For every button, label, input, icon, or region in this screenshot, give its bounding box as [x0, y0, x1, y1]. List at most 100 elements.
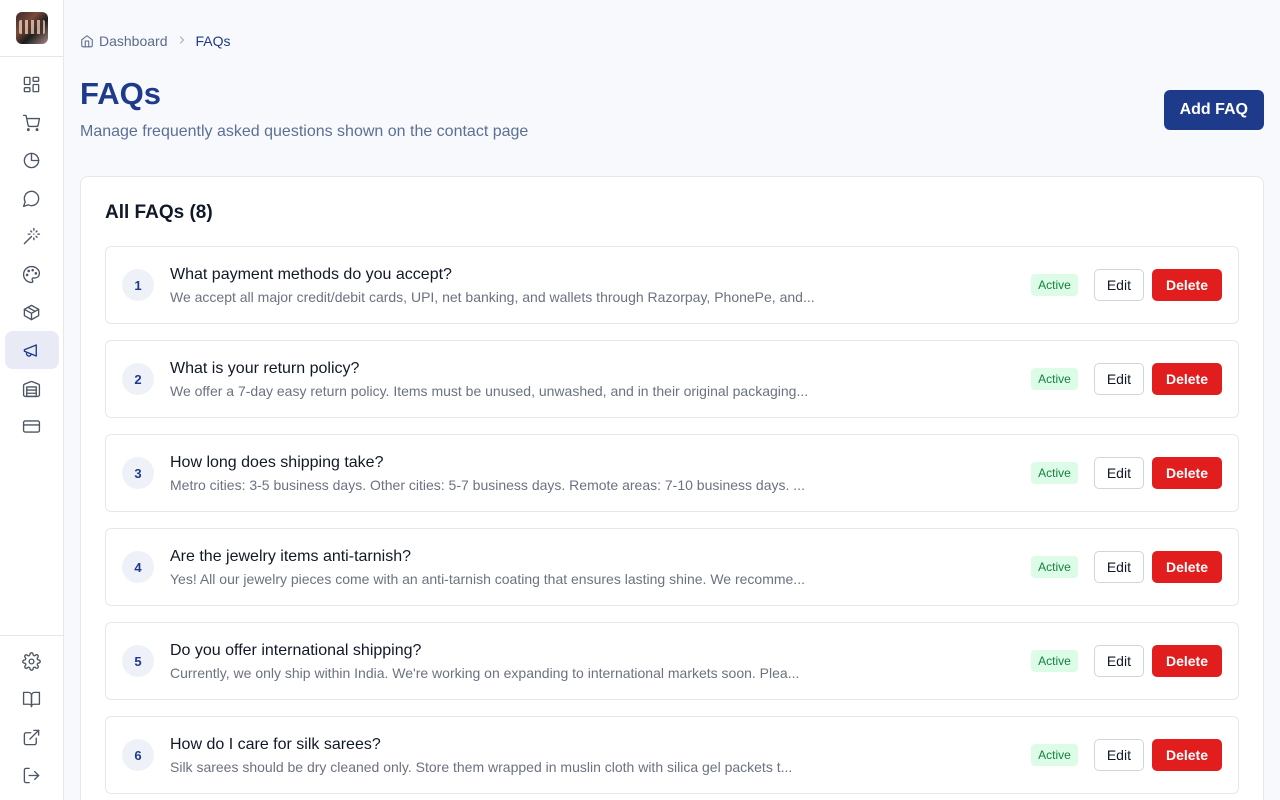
brand-logo[interactable]: [15, 12, 48, 44]
magic-wand-icon: [23, 227, 41, 244]
credit-card-icon: [22, 419, 41, 433]
edit-button[interactable]: Edit: [1093, 457, 1144, 489]
faq-number: 6: [122, 739, 154, 771]
settings-icon: [22, 651, 41, 671]
main-content: Dashboard FAQs FAQs Manage frequently as…: [64, 0, 1280, 800]
faq-number: 5: [122, 645, 154, 677]
sidebar-item-messages[interactable]: [5, 179, 59, 217]
sidebar-item-warehouse[interactable]: [5, 369, 59, 407]
delete-button[interactable]: Delete: [1151, 363, 1222, 395]
faq-actions: Active Edit Delete: [1031, 269, 1222, 301]
delete-button[interactable]: Delete: [1151, 739, 1222, 771]
edit-button[interactable]: Edit: [1093, 739, 1144, 771]
status-badge: Active: [1031, 556, 1078, 578]
faq-answer: Metro cities: 3-5 business days. Other c…: [170, 476, 805, 493]
package-icon: [23, 304, 40, 320]
faq-question: What payment methods do you accept?: [170, 265, 452, 283]
faq-answer: Yes! All our jewelry pieces come with an…: [170, 570, 805, 587]
sidebar-item-appearance[interactable]: [5, 255, 59, 293]
edit-button[interactable]: Edit: [1093, 645, 1144, 677]
faq-item: 1 What payment methods do you accept? We…: [105, 246, 1239, 324]
faq-text: What is your return policy? We offer a 7…: [170, 359, 1031, 400]
breadcrumb-dashboard-label: Dashboard: [99, 33, 168, 49]
sidebar-item-products[interactable]: [5, 293, 59, 331]
sidebar-item-docs[interactable]: [5, 680, 59, 718]
breadcrumb-dashboard-link[interactable]: Dashboard: [80, 33, 168, 49]
faq-question: Do you offer international shipping?: [170, 641, 422, 659]
sidebar-item-analytics[interactable]: [5, 141, 59, 179]
sidebar-item-tools[interactable]: [5, 217, 59, 255]
faq-answer: Silk sarees should be dry cleaned only. …: [170, 758, 793, 775]
palette-icon: [22, 265, 41, 283]
edit-button[interactable]: Edit: [1093, 363, 1144, 395]
dashboard-icon: [23, 76, 40, 92]
delete-button[interactable]: Delete: [1151, 645, 1222, 677]
faq-list-title: All FAQs (8): [105, 202, 213, 223]
status-badge: Active: [1031, 744, 1078, 766]
faq-question: What is your return policy?: [170, 359, 360, 377]
faq-actions: Active Edit Delete: [1031, 739, 1222, 771]
faq-number: 1: [122, 269, 154, 301]
pie-chart-icon: [23, 152, 40, 168]
faq-number: 2: [122, 363, 154, 395]
status-badge: Active: [1031, 368, 1078, 390]
faq-actions: Active Edit Delete: [1031, 363, 1222, 395]
faq-number: 3: [122, 457, 154, 489]
app-shell: Dashboard FAQs FAQs Manage frequently as…: [0, 0, 1280, 800]
status-badge: Active: [1031, 650, 1078, 672]
breadcrumb-current: FAQs: [195, 33, 231, 49]
page-subtitle: Manage frequently asked questions shown …: [80, 123, 529, 140]
delete-button[interactable]: Delete: [1151, 457, 1222, 489]
sidebar-item-payments[interactable]: [5, 407, 59, 445]
faq-number: 4: [122, 551, 154, 583]
faq-actions: Active Edit Delete: [1031, 645, 1222, 677]
breadcrumb: Dashboard FAQs: [80, 33, 231, 49]
book-icon: [22, 691, 41, 707]
add-faq-button[interactable]: Add FAQ: [1163, 90, 1264, 130]
page-title: FAQs: [80, 76, 161, 111]
faq-actions: Active Edit Delete: [1031, 457, 1222, 489]
sidebar-item-logout[interactable]: [5, 756, 59, 794]
faq-text: How do I care for silk sarees? Silk sare…: [170, 735, 1031, 776]
edit-button[interactable]: Edit: [1093, 551, 1144, 583]
sidebar-item-view-store[interactable]: [5, 718, 59, 756]
faq-text: Do you offer international shipping? Cur…: [170, 641, 1031, 682]
delete-button[interactable]: Delete: [1151, 269, 1222, 301]
faq-question: Are the jewelry items anti-tarnish?: [170, 547, 411, 565]
faq-text: How long does shipping take? Metro citie…: [170, 453, 1031, 494]
chevron-right-icon: [179, 36, 184, 44]
megaphone-icon: [23, 343, 37, 357]
external-link-icon: [23, 729, 40, 745]
logo-area: [0, 0, 64, 57]
faq-item: 6 How do I care for silk sarees? Silk sa…: [105, 716, 1239, 794]
sidebar-item-settings[interactable]: [5, 642, 59, 680]
sidebar-footer: [0, 635, 64, 800]
faq-item: 2 What is your return policy? We offer a…: [105, 340, 1239, 418]
faq-item: 3 How long does shipping take? Metro cit…: [105, 434, 1239, 512]
edit-button[interactable]: Edit: [1093, 269, 1144, 301]
status-badge: Active: [1031, 462, 1078, 484]
faq-actions: Active Edit Delete: [1031, 551, 1222, 583]
faq-text: Are the jewelry items anti-tarnish? Yes!…: [170, 547, 1031, 588]
message-icon: [22, 190, 40, 207]
faq-list-card: All FAQs (8) 1 What payment methods do y…: [80, 176, 1264, 800]
sidebar-item-orders[interactable]: [5, 103, 59, 141]
faq-list: 1 What payment methods do you accept? We…: [105, 246, 1239, 794]
faq-text: What payment methods do you accept? We a…: [170, 265, 1031, 306]
faq-question: How long does shipping take?: [170, 453, 384, 471]
warehouse-icon: [22, 380, 41, 397]
cart-icon: [22, 114, 41, 131]
faq-answer: We offer a 7-day easy return policy. Ite…: [170, 382, 809, 399]
sidebar-nav: [4, 65, 59, 445]
faq-answer: We accept all major credit/debit cards, …: [170, 288, 815, 305]
faq-question: How do I care for silk sarees?: [170, 735, 381, 753]
faq-item: 4 Are the jewelry items anti-tarnish? Ye…: [105, 528, 1239, 606]
breadcrumb-separator: [176, 33, 188, 49]
sidebar-item-dashboard[interactable]: [5, 65, 59, 103]
home-icon: [81, 35, 93, 48]
sidebar-item-marketing[interactable]: [4, 331, 59, 369]
delete-button[interactable]: Delete: [1151, 551, 1222, 583]
faq-item: 5 Do you offer international shipping? C…: [105, 622, 1239, 700]
sidebar: [0, 0, 64, 800]
logout-icon: [23, 767, 40, 783]
